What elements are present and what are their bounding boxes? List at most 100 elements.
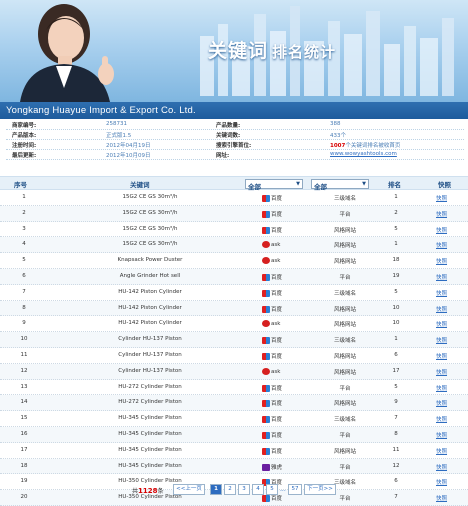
snapshot-link[interactable]: 快照 [436, 399, 447, 407]
snapshot-link[interactable]: 快照 [436, 194, 447, 202]
row-search-engine: 百度 [262, 431, 282, 439]
baidu-logo-icon [262, 431, 270, 439]
engine-label: 百度 [271, 338, 283, 345]
info-row: 最后更新: 2012年10月09日 网址: www.wowyashtools.c… [6, 150, 464, 160]
row-platform: 平台 [339, 211, 351, 218]
ask-logo-icon [262, 257, 270, 265]
total-number: 1128 [138, 487, 158, 495]
row-rank: 12 [392, 462, 400, 469]
baidu-logo-icon [262, 447, 270, 455]
page-button-3[interactable]: 3 [238, 484, 250, 495]
row-rank: 11 [392, 446, 400, 453]
row-keyword: HU-345 Cylinder Piston [118, 415, 182, 422]
row-number: 8 [22, 304, 26, 311]
baidu-logo-icon [262, 273, 270, 281]
table-row: 13 HU-272 Cylinder Piston 百度 平台 5 快照 [0, 380, 468, 396]
snapshot-link[interactable]: 快照 [436, 384, 447, 392]
row-search-engine: 百度 [262, 399, 282, 408]
row-number: 17 [20, 446, 28, 453]
snapshot-link[interactable]: 快照 [436, 210, 447, 218]
info-value-product-count: 388 [330, 121, 341, 127]
table-row: 15 HU-345 Cylinder Piston 百度 三级域名 7 快照 [0, 411, 468, 427]
row-keyword: 15G2 CE GS 30m³/h [122, 194, 178, 200]
ask-logo-icon [262, 241, 270, 249]
platform-filter-select[interactable]: 全部 ▼ [311, 178, 369, 191]
baidu-logo-icon [262, 400, 270, 408]
snapshot-link[interactable]: 快照 [436, 368, 447, 376]
page-button-5[interactable]: 5 [266, 484, 278, 495]
col-header-rank: 排名 [388, 181, 401, 189]
snapshot-link[interactable]: 快照 [436, 241, 447, 249]
row-keyword: HU-345 Cylinder Piston [118, 446, 182, 453]
company-bar: Yongkang Huayue Import & Export Co. Ltd. [0, 102, 468, 119]
snapshot-link[interactable]: 快照 [436, 305, 447, 313]
company-name: Yongkang Huayue Import & Export Co. Ltd. [6, 105, 196, 116]
snapshot-link[interactable]: 快照 [436, 463, 447, 471]
row-keyword: HU-142 Piston Cylinder [118, 288, 182, 295]
row-search-engine: ask [262, 367, 280, 375]
engine-label: 百度 [271, 227, 283, 234]
row-platform: 风格网站 [333, 401, 356, 408]
snapshot-link[interactable]: 快照 [436, 431, 447, 439]
baidu-logo-icon [262, 337, 270, 345]
engine-label: 百度 [271, 385, 283, 392]
snapshot-link[interactable]: 快照 [436, 257, 447, 265]
page-button-last[interactable]: 57 [288, 484, 302, 495]
website-link[interactable]: www.wowyashtools.com [330, 151, 397, 157]
snapshot-link[interactable]: 快照 [436, 447, 447, 455]
snapshot-link[interactable]: 快照 [436, 273, 447, 281]
row-platform: 风格网站 [333, 243, 356, 250]
row-platform: 风格网站 [333, 259, 356, 266]
row-number: 11 [20, 351, 28, 358]
row-search-engine: 百度 [262, 226, 282, 234]
table-row: 7 HU-142 Piston Cylinder 百度 三级域名 5 快照 [0, 285, 468, 301]
table-row: 9 HU-142 Piston Cylinder ask 风格网站 10 快照 [0, 316, 468, 333]
engine-filter-select[interactable]: 全部 ▼ [245, 178, 303, 191]
info-value-top-rank-text: 个关键词排名被收首页 [345, 143, 401, 149]
page-button-1[interactable]: 1 [210, 484, 222, 495]
row-number: 10 [20, 336, 28, 343]
row-rank: 1 [394, 336, 398, 343]
next-page-button[interactable]: 下一页>> [304, 484, 336, 495]
baidu-logo-icon [262, 305, 270, 313]
baidu-logo-icon [262, 289, 270, 297]
row-number: 5 [22, 257, 26, 264]
col-header-number: 序号 [14, 181, 27, 189]
info-label-top-rank: 搜索引擎首位: [216, 143, 252, 149]
row-number: 16 [20, 430, 28, 437]
snapshot-link[interactable]: 快照 [436, 415, 447, 423]
snapshot-link[interactable]: 快照 [436, 352, 447, 360]
info-label-product-count: 产品数量: [216, 123, 241, 129]
prev-page-button[interactable]: <<上一页 [173, 484, 205, 495]
row-keyword: Knapsack Power Duster [117, 257, 183, 264]
row-keyword: Cylinder HU-137 Piston [118, 367, 182, 374]
engine-filter-value: 全部 [248, 182, 261, 191]
row-platform: 风格网站 [333, 448, 356, 455]
row-search-engine: 百度 [262, 415, 283, 424]
page-ellipsis: ... [280, 486, 286, 493]
engine-label: 百度 [271, 196, 283, 202]
pagination: 共1128条 <<上一页 1 2 3 4 5 ... 57 下一页>> [0, 483, 468, 497]
page-button-2[interactable]: 2 [224, 484, 236, 495]
table-row: 6 Angle Grinder Hot sell 百度 平台 19 快照 [0, 268, 468, 285]
info-label-version: 产品版本: [12, 133, 37, 139]
snapshot-link[interactable]: 快照 [436, 320, 447, 328]
row-number: 4 [22, 241, 26, 248]
snapshot-link[interactable]: 快照 [436, 226, 447, 234]
page-button-4[interactable]: 4 [252, 484, 264, 495]
table-row: 8 HU-142 Piston Cylinder 百度 风格网站 10 快照 [0, 300, 468, 317]
company-info-panel: 商家编号: 258731 产品数量: 388 产品版本: 正式版1.5 关键词数… [6, 120, 464, 160]
snapshot-link[interactable]: 快照 [436, 336, 447, 344]
snapshot-link[interactable]: 快照 [436, 289, 447, 297]
ask-logo-icon [262, 367, 270, 375]
row-number: 13 [20, 383, 28, 390]
engine-label: ask [271, 258, 281, 265]
engine-label: 雅虎 [271, 464, 283, 471]
row-rank: 19 [392, 272, 400, 279]
col-header-keyword: 关键词 [130, 181, 150, 189]
row-platform: 风格网站 [333, 306, 356, 313]
engine-label: 百度 [271, 417, 283, 424]
yahoo-logo-icon [262, 463, 270, 471]
ranking-table-body: 1 15G2 CE GS 30m³/h 百度 三级域名 1 快照 2 15G2 CE GS 3… [0, 190, 468, 506]
engine-label: ask [271, 242, 281, 249]
